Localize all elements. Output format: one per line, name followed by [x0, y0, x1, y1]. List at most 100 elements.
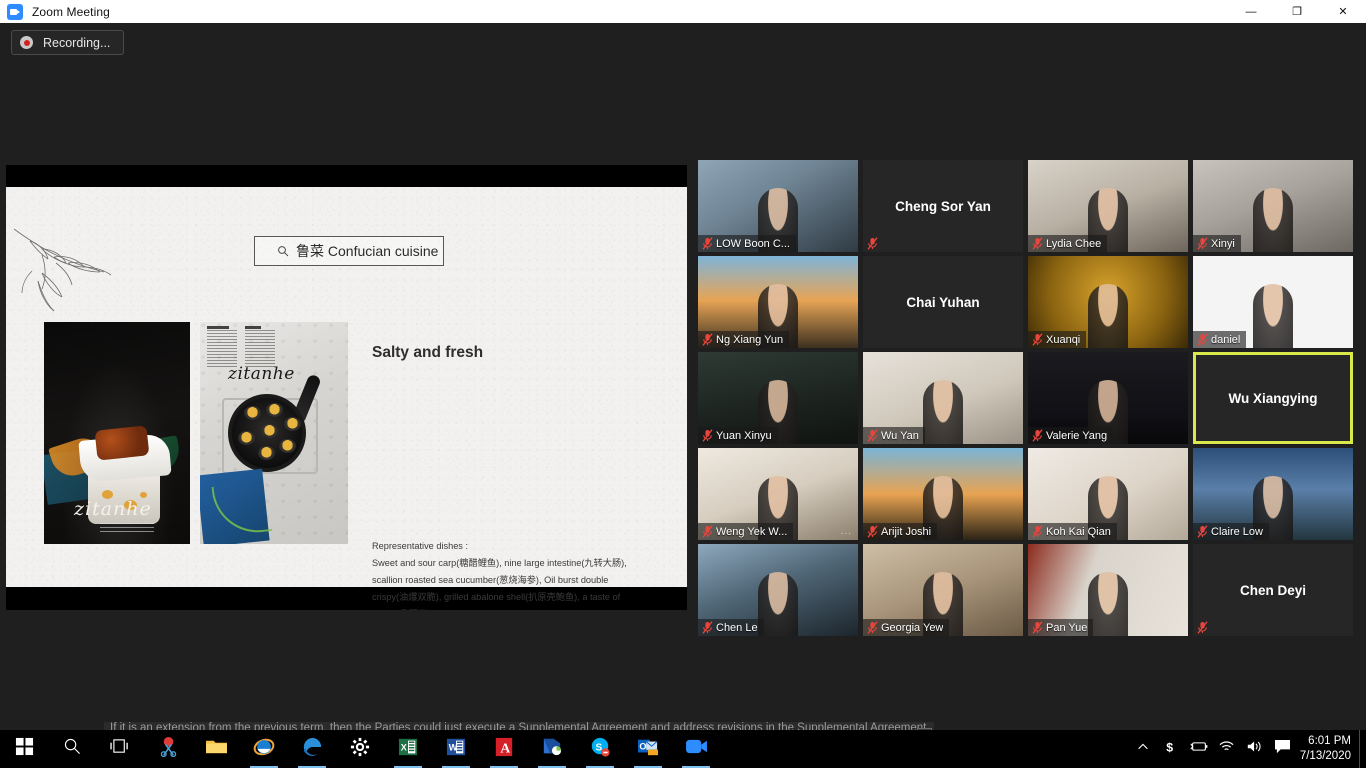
internet-explorer-icon [253, 736, 275, 763]
participant-nameplate [863, 235, 884, 252]
participant-tile[interactable]: Claire Low [1193, 448, 1353, 540]
powerpoint-icon [541, 737, 563, 762]
taskbar-edge[interactable] [288, 730, 336, 768]
body-line: Representative dishes : [372, 541, 469, 551]
search-icon [278, 246, 289, 257]
participant-name: Weng Yek W... [716, 525, 788, 538]
action-center-icon [1274, 739, 1291, 759]
participant-nameplate: Yuan Xinyu [698, 427, 778, 444]
settings-gear-icon [350, 737, 370, 762]
participant-nameplate: Lydia Chee [1028, 235, 1108, 252]
mic-muted-icon [702, 333, 713, 346]
participant-name: Xinyi [1211, 237, 1235, 250]
body-line: Sweet and sour carp(糖醋鲤鱼), nine large in… [372, 558, 627, 569]
mic-muted-icon [1032, 237, 1043, 250]
participant-tile[interactable]: Arijit Joshi [863, 448, 1023, 540]
participant-tile[interactable]: LOW Boon C... [698, 160, 858, 252]
tray-wifi[interactable] [1218, 740, 1236, 758]
participant-nameplate: Xuanqi [1028, 331, 1087, 348]
body-line: crispy(油爆双脆), grilled abalone shell(扒原壳鲍… [372, 592, 621, 603]
participant-tile[interactable]: Georgia Yew [863, 544, 1023, 636]
participant-tile[interactable]: Chai Yuhan [863, 256, 1023, 348]
file-explorer-icon [205, 737, 228, 761]
presentation-slide: 鲁菜 Confucian cuisine zitanhe zitanhe Sal… [6, 187, 687, 610]
close-button[interactable]: ✕ [1320, 0, 1366, 23]
window-title-bar: Zoom Meeting — ❐ ✕ [0, 0, 1366, 23]
participant-name: Claire Low [1211, 525, 1263, 538]
dish-photo-left: zitanhe [44, 322, 190, 544]
participant-tile[interactable]: Chen Deyi [1193, 544, 1353, 636]
taskbar-word[interactable]: W [432, 730, 480, 768]
restore-button[interactable]: ❐ [1274, 0, 1320, 23]
recording-indicator[interactable]: Recording... [11, 30, 125, 55]
body-line: tofu(一品豆腐) [372, 606, 672, 610]
search-icon [63, 737, 82, 761]
taskbar-snipping-tool[interactable] [144, 730, 192, 768]
shared-screen-area[interactable]: 鲁菜 Confucian cuisine zitanhe zitanhe Sal… [6, 165, 687, 610]
minimize-button[interactable]: — [1228, 0, 1274, 23]
taskbar-internet-explorer[interactable] [240, 730, 288, 768]
participant-tile[interactable]: Chen Le [698, 544, 858, 636]
dollar-icon: $ [1164, 739, 1178, 760]
participant-name: Arijit Joshi [881, 525, 932, 538]
participant-nameplate: Pan Yue [1028, 619, 1094, 636]
participant-silhouette [923, 379, 963, 444]
participant-tile[interactable]: Cheng Sor Yan [863, 160, 1023, 252]
edge-icon [301, 736, 323, 763]
participant-tile[interactable]: Xinyi [1193, 160, 1353, 252]
mic-muted-icon [867, 621, 878, 634]
participant-tile[interactable]: Weng Yek W...... [698, 448, 858, 540]
tray-battery[interactable] [1190, 740, 1208, 758]
participant-grid: LOW Boon C... Cheng Sor Yan Lydia Chee Xiny… [698, 160, 1353, 636]
olive-branch-decoration [13, 228, 112, 312]
tray-action-center[interactable] [1274, 739, 1292, 759]
taskbar-outlook[interactable]: O [624, 730, 672, 768]
participant-tile[interactable]: Koh Kai Qian [1028, 448, 1188, 540]
mic-muted-icon [1197, 621, 1208, 634]
show-desktop-button[interactable] [1359, 730, 1366, 768]
participant-nameplate: Ng Xiang Yun [698, 331, 790, 348]
participant-silhouette [1088, 283, 1128, 348]
taskbar-clock[interactable]: 6:01 PM 7/13/2020 [1296, 734, 1359, 764]
participant-nameplate: Arijit Joshi [863, 523, 938, 540]
taskbar-search[interactable] [48, 730, 96, 768]
participant-name: Lydia Chee [1046, 237, 1102, 250]
taskbar-settings[interactable] [336, 730, 384, 768]
participant-tile[interactable]: Valerie Yang [1028, 352, 1188, 444]
participant-tile[interactable]: Wu Xiangying [1193, 352, 1353, 444]
taskbar-file-explorer[interactable] [192, 730, 240, 768]
participant-tile[interactable]: daniel [1193, 256, 1353, 348]
show-hidden-icons[interactable] [1134, 740, 1152, 758]
photo-left-script: zitanhe [74, 498, 152, 520]
taskbar-zoom[interactable] [672, 730, 720, 768]
participant-tile[interactable]: Pan Yue [1028, 544, 1188, 636]
tray-dollar[interactable]: $ [1162, 740, 1180, 758]
mic-muted-icon [1032, 525, 1043, 538]
participant-name: Valerie Yang [1046, 429, 1108, 442]
taskbar-adobe-reader[interactable]: A [480, 730, 528, 768]
participant-tile[interactable]: Ng Xiang Yun [698, 256, 858, 348]
start-button[interactable] [0, 730, 48, 768]
word-icon: W [446, 737, 466, 762]
taskbar-excel[interactable]: X [384, 730, 432, 768]
task-view-button[interactable] [96, 730, 144, 768]
mic-muted-icon [1032, 333, 1043, 346]
taskbar-powerpoint[interactable] [528, 730, 576, 768]
slide-search-text: 鲁菜 Confucian cuisine [296, 243, 439, 259]
participant-tile[interactable]: Lydia Chee [1028, 160, 1188, 252]
taskbar-skype[interactable]: S [576, 730, 624, 768]
window-controls: — ❐ ✕ [1228, 0, 1366, 23]
participant-tile[interactable]: Wu Yan [863, 352, 1023, 444]
slide-body-text: Representative dishes : Sweet and sour c… [372, 538, 672, 610]
participant-nameplate: Xinyi [1193, 235, 1241, 252]
mic-muted-icon [1197, 333, 1208, 346]
participant-name: Cheng Sor Yan [895, 198, 991, 214]
skype-icon: S [590, 737, 610, 762]
mic-muted-icon [1197, 525, 1208, 538]
tile-more-icon[interactable]: ... [841, 526, 852, 537]
participant-tile[interactable]: Xuanqi [1028, 256, 1188, 348]
tray-volume[interactable] [1246, 740, 1264, 758]
slide-heading: Salty and fresh [372, 344, 484, 361]
participant-silhouette [1253, 283, 1293, 348]
participant-tile[interactable]: Yuan Xinyu [698, 352, 858, 444]
